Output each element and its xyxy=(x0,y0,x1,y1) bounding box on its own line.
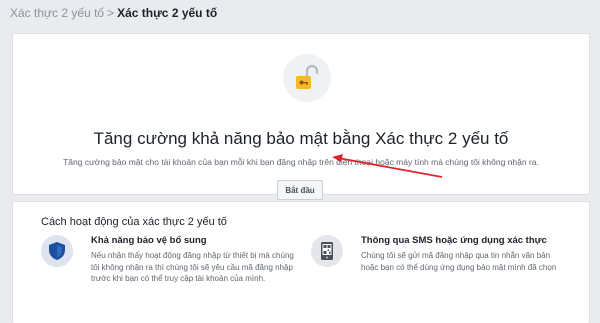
feature-text: Nếu nhận thấy hoạt động đăng nhập từ thi… xyxy=(91,251,294,283)
hero-description: Tăng cường bảo mật cho tài khoản của bạn… xyxy=(63,157,539,167)
breadcrumb-current: Xác thực 2 yếu tố xyxy=(117,6,218,20)
feature-title: Khả năng bảo vệ bổ sung xyxy=(91,235,207,246)
breadcrumb-parent-link[interactable]: Xác thực 2 yếu tố xyxy=(10,6,104,20)
lock-icon xyxy=(283,54,331,102)
start-button[interactable]: Bắt đầu xyxy=(277,180,323,200)
feature-title: Thông qua SMS hoặc ứng dụng xác thực xyxy=(361,235,547,246)
hero-title: Tăng cường khả năng bảo mật bằng Xác thự… xyxy=(93,129,509,148)
phone-qr-icon xyxy=(311,235,343,267)
annotation-arrow xyxy=(332,154,443,178)
breadcrumb: Xác thực 2 yếu tố > Xác thực 2 yếu tố xyxy=(10,5,217,21)
how-it-works-title: Cách hoạt động của xác thực 2 yếu tố xyxy=(41,216,227,228)
shield-icon xyxy=(41,235,73,267)
how-it-works-card: Cách hoạt động của xác thực 2 yếu tố Khả… xyxy=(12,201,590,323)
breadcrumb-separator: > xyxy=(107,6,115,20)
feature-text: Chúng tôi sẽ gửi mã đăng nhập qua tin nh… xyxy=(361,251,557,272)
intro-card: Tăng cường khả năng bảo mật bằng Xác thự… xyxy=(12,33,590,200)
